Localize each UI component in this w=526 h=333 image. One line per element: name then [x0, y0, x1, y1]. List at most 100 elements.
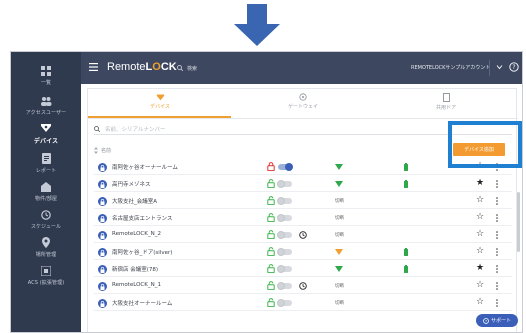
search-icon [94, 125, 100, 132]
lock-toggle[interactable] [277, 231, 292, 239]
brand-text-o: O [152, 61, 161, 73]
tab-devices[interactable]: デバイス [100, 93, 220, 117]
help-icon[interactable]: ? [509, 62, 519, 72]
column-header-name[interactable]: 名前 [94, 146, 111, 154]
lock-toggle[interactable] [277, 180, 292, 188]
unlocked-icon [267, 213, 275, 222]
lock-toggle[interactable] [277, 282, 292, 290]
star-outline-icon[interactable]: ☆ [476, 213, 484, 222]
device-name[interactable]: 新宿店 会議室(78) [112, 265, 158, 273]
table-row[interactable]: 南阿佐ヶ谷_ドア(silver) ☆ [94, 244, 512, 260]
connection-status: 切断 [335, 199, 344, 204]
signal-icon [335, 181, 343, 187]
sidebar-item-label: スケジュール [30, 223, 62, 230]
down-arrow-icon [234, 4, 280, 46]
sidebar-item-overview[interactable]: 一覧 [11, 58, 81, 92]
star-outline-icon[interactable]: ☆ [476, 298, 484, 307]
signal-icon [335, 249, 343, 255]
support-button-label: サポート [490, 318, 511, 324]
table-row[interactable]: RemoteLOCK_N_1 切断 ☆ [94, 278, 512, 294]
device-lock-icon [98, 248, 107, 257]
tab-label: デバイス [150, 104, 170, 110]
device-name[interactable]: 高円寺メゾネス [112, 180, 151, 188]
table-row[interactable]: 新宿店 会議室(78) ★ [94, 261, 512, 277]
lock-toggle[interactable] [277, 214, 292, 222]
device-name[interactable]: RemoteLOCK_N_2 [112, 231, 161, 237]
toggle-knob [277, 282, 285, 290]
unlocked-icon [267, 247, 275, 256]
device-lock-icon [98, 163, 107, 172]
support-button[interactable]: ? サポート [476, 314, 518, 327]
chevron-down-icon[interactable] [496, 64, 503, 70]
sidebar-item-acs[interactable]: ACS (拡張管理) [11, 258, 81, 292]
device-name[interactable]: 名古屋支店エントランス [112, 214, 172, 222]
sidebar-item-devices[interactable]: デバイス [11, 116, 81, 150]
star-outline-icon[interactable]: ☆ [476, 247, 484, 256]
device-name[interactable]: RemoteLOCK_N_1 [112, 282, 161, 288]
lock-toggle[interactable] [278, 163, 293, 171]
toggle-knob [277, 214, 285, 222]
account-name[interactable]: REMOTELOCKサンプルアカウント [411, 64, 490, 71]
unlocked-icon [267, 230, 275, 239]
lock-toggle[interactable] [277, 197, 292, 205]
report-icon [40, 153, 52, 165]
device-name[interactable]: 南阿佐ヶ谷オーナールーム [112, 163, 178, 171]
battery-icon [404, 248, 408, 256]
sidebar-item-label: 物件/部屋 [34, 195, 58, 202]
add-device-highlight [448, 121, 522, 168]
search-placeholder: 名前、シリアルナンバー [105, 126, 166, 133]
device-lock-icon [98, 231, 107, 240]
users-icon [40, 95, 52, 107]
device-lock-icon [98, 282, 107, 291]
svg-text:?: ? [512, 64, 515, 71]
sidebar-item-label: レポート [35, 167, 57, 174]
toggle-knob [277, 248, 285, 256]
toggle-knob [277, 265, 285, 273]
toggle-knob [277, 180, 285, 188]
more-options-icon[interactable] [496, 214, 498, 222]
top-search-label: 検索 [187, 65, 198, 72]
table-row[interactable]: 大阪支社_会議室A 切断 ☆ [94, 193, 512, 209]
device-name[interactable]: 大阪支社_会議室A [112, 197, 157, 205]
more-options-icon[interactable] [496, 282, 498, 290]
table-row[interactable]: 名古屋支店エントランス 切断 ☆ [94, 210, 512, 226]
lock-toggle[interactable] [277, 265, 292, 273]
more-options-icon[interactable] [496, 180, 498, 188]
scrollbar[interactable] [517, 192, 520, 252]
more-options-icon[interactable] [496, 197, 498, 205]
device-lock-icon [98, 180, 107, 189]
lock-toggle[interactable] [277, 248, 292, 256]
divider [489, 60, 490, 76]
connection-status: 切断 [335, 284, 344, 289]
star-filled-icon[interactable]: ★ [476, 264, 484, 273]
device-name[interactable]: 南阿佐ヶ谷_ドア(silver) [112, 248, 172, 256]
clock-icon [299, 231, 307, 239]
more-options-icon[interactable] [496, 231, 498, 239]
star-outline-icon[interactable]: ☆ [476, 230, 484, 239]
table-row[interactable]: 大阪支社オーナールーム 切断 ☆ [94, 295, 512, 311]
device-name[interactable]: 大阪支社オーナールーム [112, 299, 172, 307]
more-options-icon[interactable] [496, 248, 498, 256]
device-lock-icon [98, 265, 107, 274]
battery-icon [404, 180, 408, 188]
tab-gateways[interactable]: ゲートウェイ [243, 93, 363, 117]
hamburger-menu-icon[interactable] [89, 63, 98, 71]
toggle-knob [277, 299, 285, 307]
tab-bar: デバイス ゲートウェイ 共用ドア [88, 89, 518, 119]
top-search[interactable]: 検索 [177, 62, 217, 74]
column-name-label: 名前 [101, 147, 112, 154]
tab-shared-doors[interactable]: 共用ドア [386, 93, 506, 117]
signal-icon [335, 266, 343, 272]
star-filled-icon[interactable]: ★ [476, 179, 484, 188]
app-window: 一覧 アクセスユーザー デバイス レポート 物件/部屋 スケジュール 場所管理 … [10, 51, 523, 333]
star-outline-icon[interactable]: ☆ [476, 196, 484, 205]
table-row[interactable]: RemoteLOCK_N_2 切断 ☆ [94, 227, 512, 243]
star-outline-icon[interactable]: ☆ [476, 281, 484, 290]
lock-toggle[interactable] [277, 299, 292, 307]
more-options-icon[interactable] [496, 265, 498, 273]
active-tab-indicator [88, 116, 231, 118]
svg-text:?: ? [485, 318, 487, 323]
table-row[interactable]: 高円寺メゾネス ★ [94, 176, 512, 192]
more-options-icon[interactable] [496, 299, 498, 307]
device-lock-icon [98, 299, 107, 308]
